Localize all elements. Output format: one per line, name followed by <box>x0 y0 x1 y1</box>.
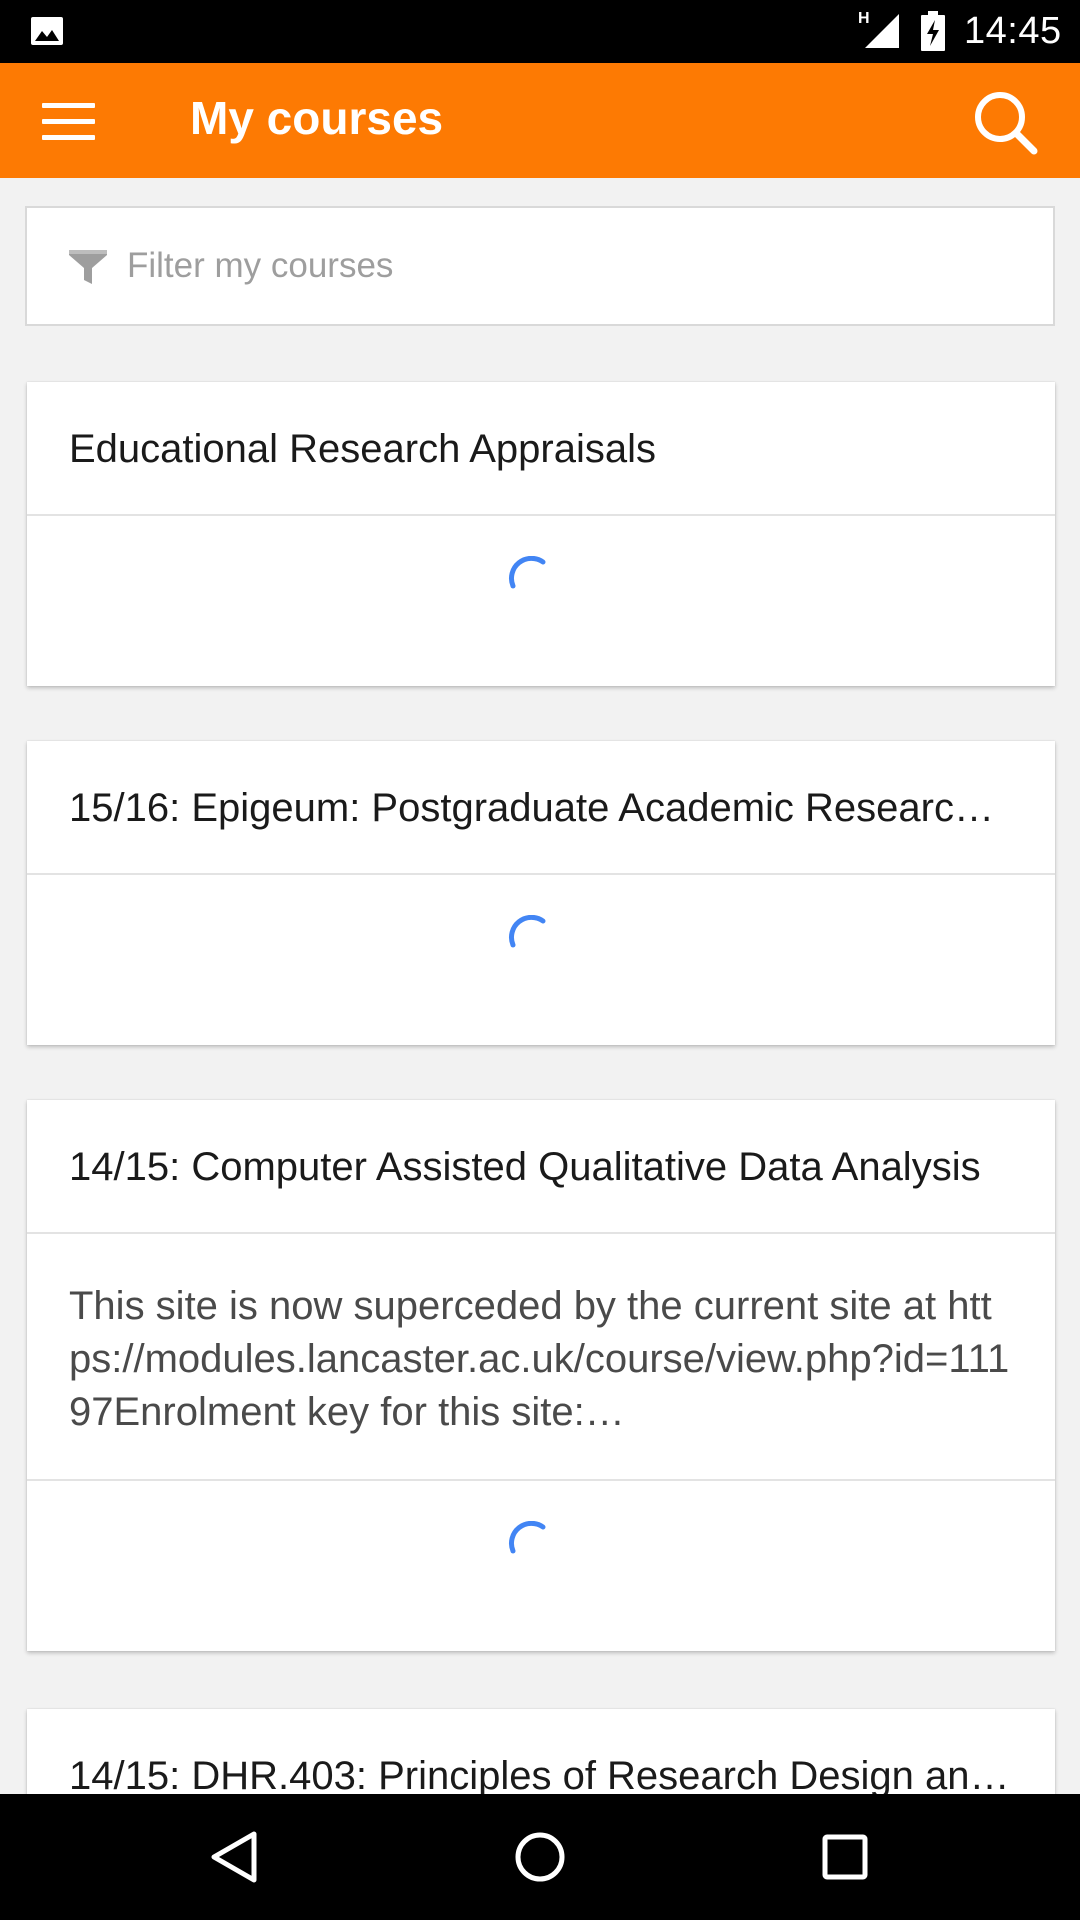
screen: H 14:45 My courses Filter my courses Edu… <box>0 0 1080 1920</box>
course-title[interactable]: Educational Research Appraisals <box>27 382 1055 516</box>
course-summary: This site is now superceded by the curre… <box>27 1234 1055 1481</box>
page-title: My courses <box>190 92 444 144</box>
app-bar: My courses <box>0 63 1080 178</box>
system-nav-bar <box>0 1794 1080 1920</box>
filter-icon <box>69 250 107 284</box>
course-title[interactable]: 15/16: Epigeum: Postgraduate Academic Re… <box>27 741 1055 875</box>
signal-icon <box>865 14 899 48</box>
status-clock: 14:45 <box>964 10 1062 52</box>
course-progress-area <box>27 516 1055 686</box>
loading-spinner-icon <box>508 1521 546 1554</box>
status-bar: H 14:45 <box>0 0 1080 63</box>
filter-courses-input[interactable] <box>123 238 1011 294</box>
course-title[interactable]: 14/15: Computer Assisted Qualitative Dat… <box>27 1100 1055 1234</box>
course-progress-area <box>27 1481 1055 1651</box>
course-progress-area <box>27 875 1055 1045</box>
course-card[interactable]: 14/15: Computer Assisted Qualitative Dat… <box>27 1100 1055 1651</box>
back-icon[interactable] <box>200 1822 270 1892</box>
loading-spinner-icon <box>508 556 546 589</box>
filter-box <box>25 206 1055 326</box>
image-icon <box>31 17 63 45</box>
menu-button[interactable] <box>28 89 108 153</box>
recents-icon[interactable] <box>810 1822 880 1892</box>
search-icon <box>975 92 1038 155</box>
course-card[interactable]: 15/16: Epigeum: Postgraduate Academic Re… <box>27 741 1055 1045</box>
search-button[interactable] <box>966 85 1046 157</box>
home-icon[interactable] <box>505 1822 575 1892</box>
battery-icon <box>921 11 945 51</box>
loading-spinner-icon <box>508 915 546 948</box>
course-card[interactable]: Educational Research Appraisals <box>27 382 1055 686</box>
